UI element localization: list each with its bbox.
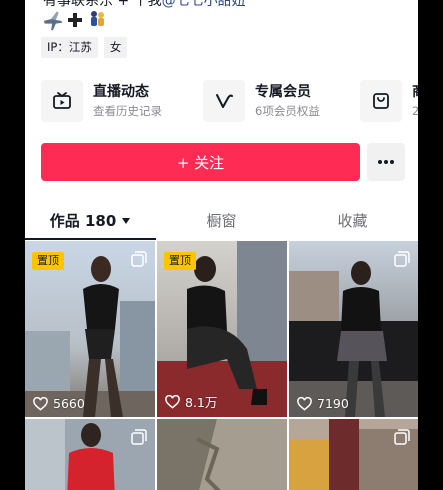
follow-button[interactable]: + 关注 <box>41 143 360 181</box>
airplane-emoji-icon <box>43 11 63 31</box>
video-thumbnail[interactable] <box>25 419 155 490</box>
like-count: 7190 <box>297 396 349 411</box>
feature-subtitle: 查看历史记录 <box>93 104 162 118</box>
tab-label: 收藏 <box>337 212 368 230</box>
plus-emoji-icon <box>68 13 82 27</box>
like-count-value: 7190 <box>317 396 349 411</box>
video-thumbnail[interactable] <box>289 419 418 490</box>
tv-icon <box>41 80 83 122</box>
heart-outline-icon <box>297 396 312 411</box>
like-count-value: 8.1万 <box>185 395 218 410</box>
gender-tag: 女 <box>103 37 128 58</box>
video-cover-image <box>289 241 418 417</box>
more-dots-icon <box>378 160 394 164</box>
video-thumbnail[interactable]: 置顶 8.1万 <box>157 241 287 417</box>
multi-image-icon <box>394 429 410 445</box>
tab-label: 作品 180 <box>49 212 117 230</box>
membership-shortcut[interactable]: 专属会员 6项会员权益 <box>203 80 320 122</box>
like-count: 8.1万 <box>165 392 217 411</box>
caret-down-icon <box>122 217 131 224</box>
feature-subtitle: 2 <box>412 104 418 118</box>
profile-tags: IP：江苏 女 <box>41 37 128 58</box>
tab-label: 橱窗 <box>206 212 237 230</box>
video-cover-image <box>157 419 287 490</box>
active-tab-indicator <box>25 238 156 240</box>
profile-tabs: 作品 180 橱窗 收藏 <box>25 200 418 241</box>
heart-outline-icon <box>33 396 48 411</box>
bio-emoji-row <box>42 9 108 31</box>
tab-showcase[interactable]: 橱窗 <box>156 200 287 241</box>
v-badge-icon <box>203 80 245 122</box>
feature-subtitle: 6项会员权益 <box>255 104 320 118</box>
couple-emoji-icon <box>91 11 104 26</box>
bio-mention-link[interactable]: @七七小甜妞 <box>162 0 246 9</box>
more-options-button[interactable] <box>367 143 405 181</box>
multi-image-icon <box>394 251 410 267</box>
bag-icon <box>360 80 402 122</box>
multi-image-icon <box>131 251 147 267</box>
feature-shortcuts: 直播动态 查看历史记录 专属会员 6项会员权益 2 <box>41 80 418 122</box>
video-thumbnail[interactable]: 置顶 5660 <box>25 241 155 417</box>
tab-favorites[interactable]: 收藏 <box>287 200 418 241</box>
profile-screen: 有事联系东 + 个我@七七小甜妞 IP：江苏 女 直播动态 查看历史记录 专属会… <box>25 0 418 490</box>
bio-prefix: 有事联系东 + 个我 <box>43 0 162 9</box>
heart-outline-icon <box>165 394 180 409</box>
feature-title: 专属会员 <box>255 84 311 100</box>
live-history-shortcut[interactable]: 直播动态 查看历史记录 <box>41 80 162 122</box>
tab-works[interactable]: 作品 180 <box>25 200 156 241</box>
video-thumbnail[interactable] <box>157 419 287 490</box>
multi-image-icon <box>131 429 147 445</box>
feature-title: 商 <box>412 83 418 101</box>
like-count: 5660 <box>33 396 85 411</box>
ip-location-tag: IP：江苏 <box>41 37 98 58</box>
feature-title: 直播动态 <box>93 84 149 100</box>
like-count-value: 5660 <box>53 396 85 411</box>
pinned-badge: 置顶 <box>164 252 196 270</box>
video-thumbnail[interactable]: 7190 <box>289 241 418 417</box>
shop-shortcut[interactable]: 商 2 <box>360 80 418 122</box>
pinned-badge: 置顶 <box>32 252 64 270</box>
